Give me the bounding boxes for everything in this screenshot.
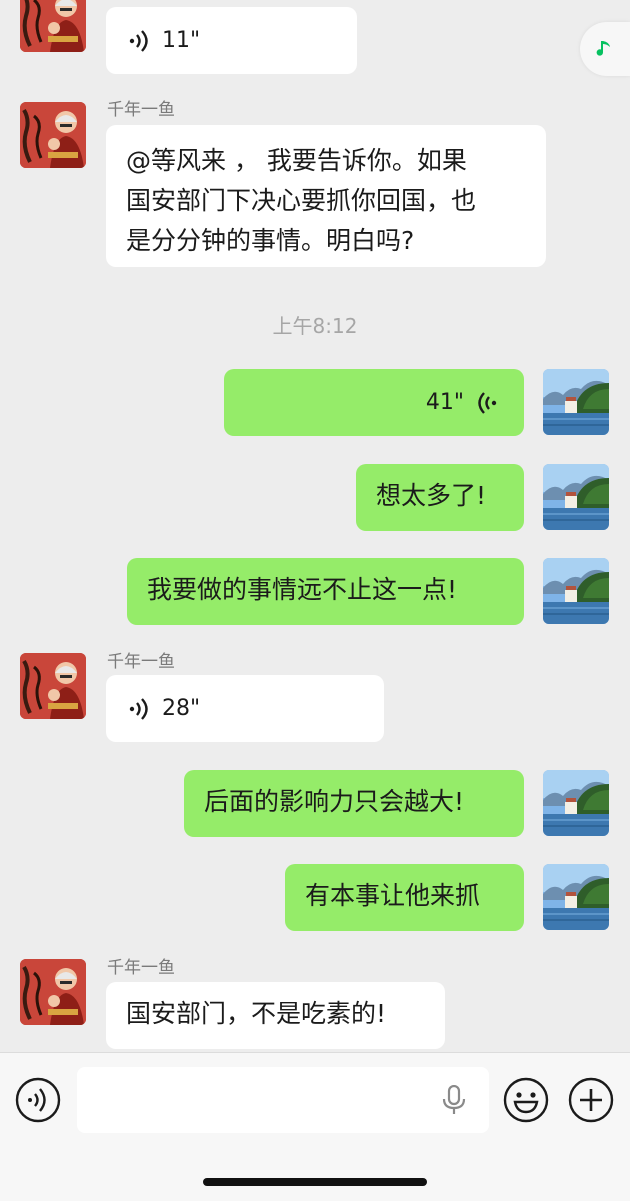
- avatar-image: [20, 959, 86, 1025]
- emoji-button[interactable]: [503, 1077, 549, 1123]
- message-line: @等风来 ， 我要告诉你。如果: [126, 146, 467, 175]
- voice-message-incoming[interactable]: 28": [106, 675, 384, 742]
- avatar-image: [20, 653, 86, 719]
- avatar-image: [543, 464, 609, 530]
- text-message-outgoing[interactable]: 想太多了!: [356, 464, 524, 531]
- sender-name: 千年一鱼: [107, 100, 175, 120]
- voice-duration: 11": [162, 27, 201, 53]
- avatar-self[interactable]: [543, 369, 609, 435]
- avatar-image: [543, 770, 609, 836]
- voice-duration: 28": [162, 695, 201, 721]
- sender-name: 千年一鱼: [107, 652, 175, 672]
- voice-duration: 41": [425, 389, 464, 415]
- text-message-outgoing[interactable]: 我要做的事情远不止这一点!: [127, 558, 524, 625]
- text-message-incoming[interactable]: @等风来 ， 我要告诉你。如果 国安部门下决心要抓你回国，也 是分分钟的事情。明…: [106, 125, 546, 267]
- emoji-icon: [503, 1077, 549, 1123]
- voice-message-incoming[interactable]: 11": [106, 7, 357, 74]
- avatar-image: [20, 102, 86, 168]
- avatar-self[interactable]: [543, 770, 609, 836]
- avatar-self[interactable]: [543, 464, 609, 530]
- voice-wave-icon: [128, 29, 150, 53]
- avatar-contact[interactable]: [20, 102, 86, 168]
- text-message-outgoing[interactable]: 后面的影响力只会越大!: [184, 770, 524, 837]
- microphone-icon[interactable]: [441, 1085, 467, 1115]
- avatar-self[interactable]: [543, 558, 609, 624]
- message-line: 国安部门下决心要抓你回国，也: [126, 186, 477, 215]
- avatar-contact[interactable]: [20, 653, 86, 719]
- avatar-contact[interactable]: [20, 0, 86, 52]
- voice-message-outgoing[interactable]: 41": [224, 369, 524, 436]
- home-indicator[interactable]: [203, 1178, 427, 1186]
- message-input[interactable]: [77, 1067, 489, 1133]
- voice-wave-icon: [128, 697, 150, 721]
- sender-name: 千年一鱼: [107, 958, 175, 978]
- avatar-contact[interactable]: [20, 959, 86, 1025]
- plus-icon: [568, 1077, 614, 1123]
- voice-toggle-button[interactable]: [15, 1077, 61, 1123]
- music-player-button[interactable]: [580, 22, 630, 76]
- avatar-image: [543, 369, 609, 435]
- avatar-image: [543, 864, 609, 930]
- text-message-outgoing[interactable]: 有本事让他来抓: [285, 864, 524, 931]
- avatar-self[interactable]: [543, 864, 609, 930]
- avatar-image: [543, 558, 609, 624]
- voice-icon: [15, 1077, 61, 1123]
- voice-wave-icon: [476, 391, 498, 415]
- music-note-icon: [596, 41, 610, 56]
- avatar-image: [20, 0, 86, 52]
- message-timestamp: 上午8:12: [272, 314, 358, 338]
- more-button[interactable]: [568, 1077, 614, 1123]
- chat-area[interactable]: 11" 千年一鱼 @等风来 ， 我要告诉你。如果 国安部门下决心要抓你回国，也 …: [0, 0, 630, 1052]
- text-message-incoming[interactable]: 国安部门，不是吃素的!: [106, 982, 445, 1049]
- message-line: 是分分钟的事情。明白吗?: [126, 226, 415, 255]
